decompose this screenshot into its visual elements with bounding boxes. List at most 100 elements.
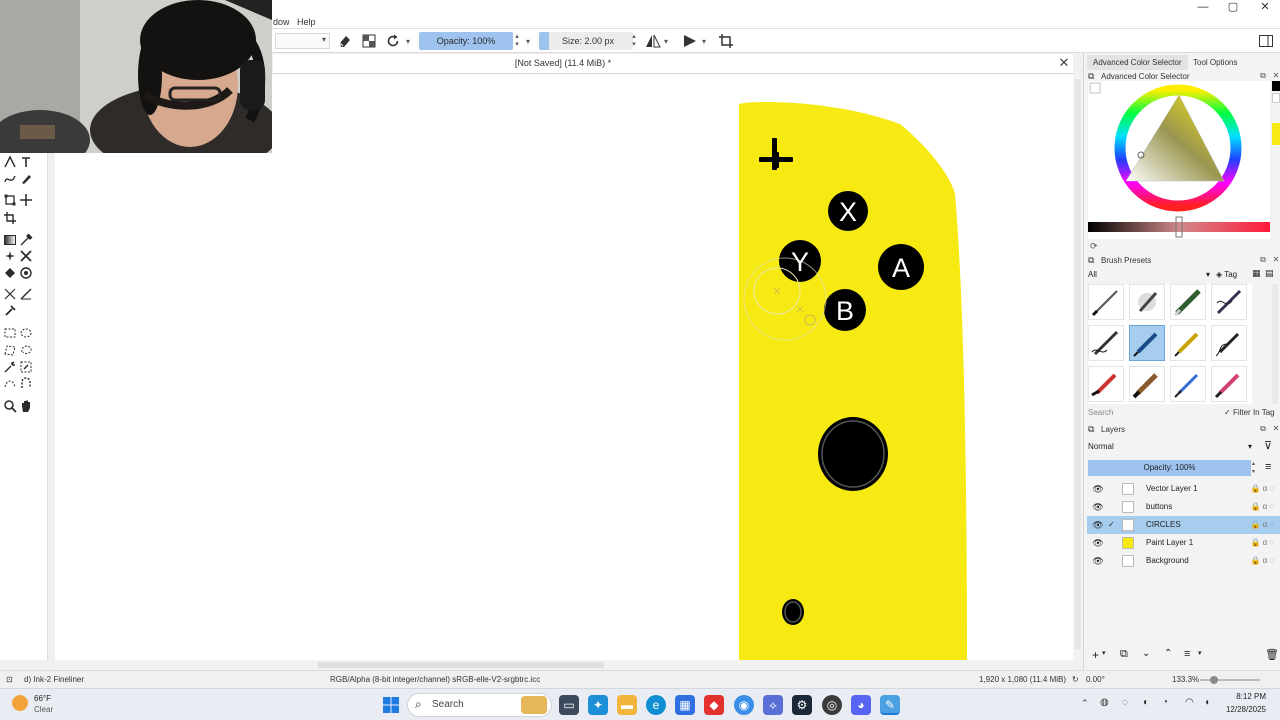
polygon-select-icon[interactable] xyxy=(2,343,18,359)
chrome-like-icon[interactable]: ◉ xyxy=(734,695,754,715)
canvas-vertical-scrollbar[interactable] xyxy=(1073,74,1083,660)
layer-row-selected[interactable]: 👁 ✓ CIRCLES 🔒α◌ xyxy=(1087,516,1280,534)
brush-preset-ink-fineliner[interactable] xyxy=(1129,325,1165,361)
brush-preset-4[interactable] xyxy=(1211,284,1247,320)
minimize-button[interactable]: — xyxy=(1188,0,1218,15)
preset-filter-select[interactable]: All ▾ xyxy=(1088,269,1213,281)
menu-window[interactable]: dow xyxy=(273,15,290,29)
opacity-slider[interactable]: Opacity: 100% xyxy=(419,32,513,50)
text-tool-icon[interactable] xyxy=(18,155,34,171)
bezier-select-icon[interactable] xyxy=(2,377,18,393)
move-tool-icon[interactable] xyxy=(18,193,34,209)
red-app-icon[interactable]: ◆ xyxy=(704,695,724,715)
pan-tool-icon[interactable] xyxy=(18,399,34,415)
layer-row[interactable]: 👁 buttons 🔒α◌ xyxy=(1087,498,1280,516)
brush-status-icon[interactable]: ⊡ xyxy=(6,671,13,688)
chevron-down-icon[interactable]: ▾ xyxy=(526,37,530,46)
tray-expand-icon[interactable]: ⌃ xyxy=(1081,698,1089,709)
brush-preset-11[interactable] xyxy=(1170,366,1206,402)
document-tab[interactable]: [Not Saved] (11.4 MiB) * ✕ xyxy=(273,54,1073,74)
menu-help[interactable]: Help xyxy=(297,15,316,29)
size-slider[interactable]: Size: 2.00 px xyxy=(539,32,633,50)
bezier-tool-icon[interactable] xyxy=(2,155,18,171)
weather-icon[interactable] xyxy=(12,695,28,711)
rotation-icon[interactable]: ↻ xyxy=(1072,671,1079,688)
scroll-thumb[interactable] xyxy=(1075,79,1081,649)
taskbar-search[interactable]: ⌕ Search xyxy=(407,693,552,717)
measure-tool-icon[interactable] xyxy=(2,287,18,303)
close-docker-icon[interactable]: ✕ xyxy=(1271,71,1280,81)
file-explorer-icon[interactable]: ▬ xyxy=(617,695,637,715)
chevron-down-icon[interactable]: ▾ xyxy=(406,37,410,46)
layer-blend-mode-select[interactable]: Normal ▾ xyxy=(1088,441,1256,453)
weather-temp[interactable]: 66°F xyxy=(34,694,51,703)
brush-preset-2[interactable] xyxy=(1129,284,1165,320)
eraser-icon[interactable] xyxy=(337,33,353,49)
preserve-alpha-icon[interactable] xyxy=(361,33,377,49)
magnetic-select-icon[interactable] xyxy=(18,377,34,393)
copilot-icon[interactable]: ✦ xyxy=(588,695,608,715)
brush-preset-12[interactable] xyxy=(1211,366,1247,402)
tag-button[interactable]: ◈ Tag xyxy=(1216,269,1237,281)
tab-advanced-color-selector[interactable]: Advanced Color Selector xyxy=(1087,55,1188,70)
ellipse-select-icon[interactable] xyxy=(18,326,34,342)
chevron-down-icon[interactable]: ▾ xyxy=(1102,649,1106,657)
mirror-vertical-icon[interactable] xyxy=(682,33,698,49)
blend-mode-select[interactable]: ▾ xyxy=(275,33,330,49)
move-layer-down-icon[interactable]: ⌄ xyxy=(1142,648,1150,659)
calligraphy-tool-icon[interactable] xyxy=(18,172,34,188)
freehand-select-icon[interactable] xyxy=(18,343,34,359)
layer-row[interactable]: 👁 Vector Layer 1 🔒α◌ xyxy=(1087,480,1280,498)
duplicate-layer-icon[interactable]: ⧉ xyxy=(1120,648,1128,661)
chevron-down-icon[interactable]: ▾ xyxy=(702,37,706,46)
tray-app-icon[interactable]: ◐ xyxy=(1143,697,1149,708)
edge-browser-icon[interactable]: e xyxy=(646,695,666,715)
fill-tool-icon[interactable] xyxy=(2,266,18,282)
brush-preset-1[interactable] xyxy=(1088,284,1124,320)
weather-desc[interactable]: Clear xyxy=(34,705,53,714)
color-swatch-black[interactable] xyxy=(1272,81,1280,91)
chevron-down-icon[interactable]: ▾ xyxy=(664,37,668,46)
grid-view-icon[interactable]: ▦ xyxy=(1252,268,1261,279)
close-document-icon[interactable]: ✕ xyxy=(1057,56,1071,70)
size-spinner[interactable]: ▴ ▾ xyxy=(630,33,638,49)
eye-icon[interactable]: 👁 xyxy=(1092,498,1104,516)
krita-icon[interactable]: ✎ xyxy=(880,695,900,715)
wifi-icon[interactable]: ◠ xyxy=(1185,697,1194,708)
close-docker-icon[interactable]: ✕ xyxy=(1271,424,1280,434)
mirror-horizontal-icon[interactable] xyxy=(645,33,661,49)
color-picker-icon[interactable] xyxy=(18,233,34,249)
freehand-path-icon[interactable] xyxy=(2,172,18,188)
smart-patch-icon[interactable] xyxy=(2,249,18,265)
store-icon[interactable]: ▦ xyxy=(675,695,695,715)
hamburger-icon[interactable]: ≡ xyxy=(1265,461,1271,473)
close-window-button[interactable]: ✕ xyxy=(1250,0,1280,15)
canvas[interactable]: X Y A B xyxy=(55,74,1073,660)
layer-flags[interactable]: 🔒α◌ xyxy=(1251,534,1276,552)
scroll-thumb[interactable] xyxy=(318,662,604,668)
tab-tool-options[interactable]: Tool Options xyxy=(1187,55,1243,70)
list-view-icon[interactable]: ▤ xyxy=(1265,268,1274,279)
preset-search-input[interactable]: Search xyxy=(1088,407,1218,419)
rect-select-icon[interactable] xyxy=(2,326,18,342)
crop-tool-icon[interactable] xyxy=(2,211,18,227)
eye-icon[interactable]: 👁 xyxy=(1092,480,1104,498)
layer-row[interactable]: 👁 Background 🔒α◌ xyxy=(1087,552,1280,570)
volume-icon[interactable]: ◖ xyxy=(1204,697,1210,708)
zoom-slider-handle[interactable] xyxy=(1210,676,1218,684)
float-docker-icon[interactable]: ⧉ xyxy=(1258,424,1268,434)
brush-preset-7[interactable] xyxy=(1170,325,1206,361)
layer-flags[interactable]: 🔒α◌ xyxy=(1251,516,1276,534)
app-icon[interactable]: ⟡ xyxy=(763,695,783,715)
contiguous-select-icon[interactable] xyxy=(2,360,18,376)
layer-flags[interactable]: 🔒α◌ xyxy=(1251,498,1276,516)
color-swatch-yellow[interactable] xyxy=(1272,123,1280,145)
close-docker-icon[interactable]: ✕ xyxy=(1271,255,1280,265)
maximize-button[interactable]: ▢ xyxy=(1218,0,1248,15)
network-icon[interactable]: ◔ xyxy=(1162,697,1168,708)
brush-preset-8[interactable] xyxy=(1211,325,1247,361)
preset-scrollbar[interactable] xyxy=(1272,284,1278,404)
task-view-icon[interactable]: ▭ xyxy=(559,695,579,715)
assistant-tool-icon[interactable] xyxy=(18,249,34,265)
brush-preset-5[interactable] xyxy=(1088,325,1124,361)
